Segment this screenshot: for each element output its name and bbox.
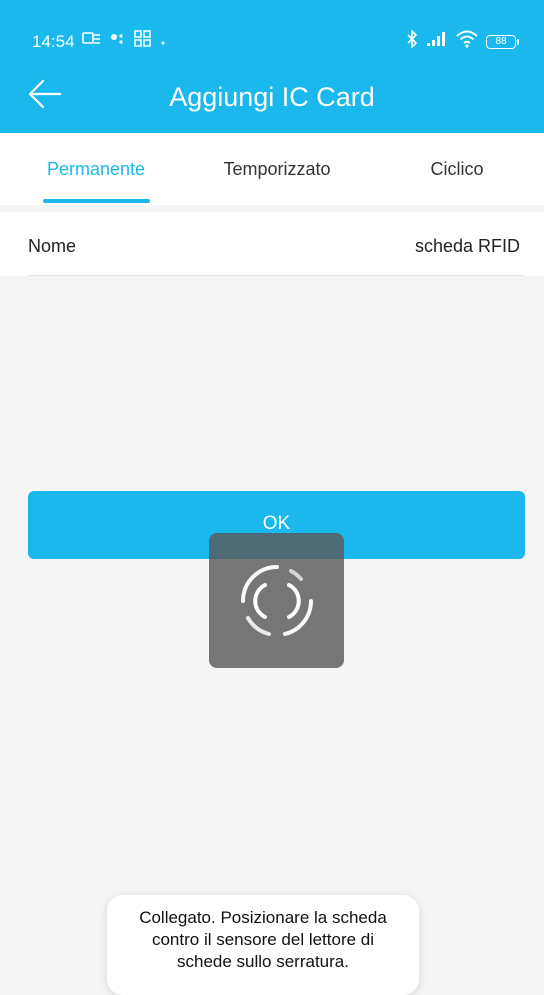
tab-temporizzato[interactable]: Temporizzato bbox=[207, 159, 347, 180]
status-left-icons bbox=[82, 30, 166, 53]
battery-level: 88 bbox=[495, 36, 507, 47]
assistant-icon bbox=[110, 31, 126, 52]
app-bar: 14:54 88 Aggiungi IC Card bbox=[0, 0, 544, 133]
status-time: 14:54 bbox=[32, 32, 75, 51]
toast-line: schede sullo serratura. bbox=[177, 952, 349, 971]
bluetooth-icon bbox=[406, 29, 418, 53]
name-field-row[interactable]: Nome scheda RFID bbox=[0, 212, 544, 276]
tab-permanente[interactable]: Permanente bbox=[30, 159, 162, 180]
page-title: Aggiungi IC Card bbox=[169, 82, 375, 112]
active-tab-indicator bbox=[43, 199, 150, 203]
name-input[interactable]: scheda RFID bbox=[415, 236, 520, 257]
status-bar: 14:54 88 bbox=[0, 0, 544, 64]
name-label: Nome bbox=[28, 236, 77, 256]
wifi-icon bbox=[456, 30, 478, 53]
tab-ciclico[interactable]: Ciclico bbox=[412, 159, 502, 180]
hd-call-icon bbox=[82, 31, 102, 52]
tab-bar: Permanente Temporizzato Ciclico bbox=[0, 133, 544, 205]
status-right-icons: 88 bbox=[406, 29, 519, 53]
loading-overlay bbox=[209, 533, 344, 668]
battery-icon: 88 bbox=[486, 34, 519, 49]
toast-message: Collegato. Posizionare la scheda contro … bbox=[107, 895, 419, 995]
toast-line: Collegato. Posizionare la scheda bbox=[139, 908, 387, 927]
loading-spinner-icon bbox=[241, 565, 313, 636]
signal-icon bbox=[426, 31, 448, 52]
divider bbox=[28, 275, 524, 276]
dot-icon bbox=[160, 33, 166, 51]
toast-line: contro il sensore del lettore di bbox=[151, 930, 375, 949]
grid-icon bbox=[134, 30, 152, 53]
